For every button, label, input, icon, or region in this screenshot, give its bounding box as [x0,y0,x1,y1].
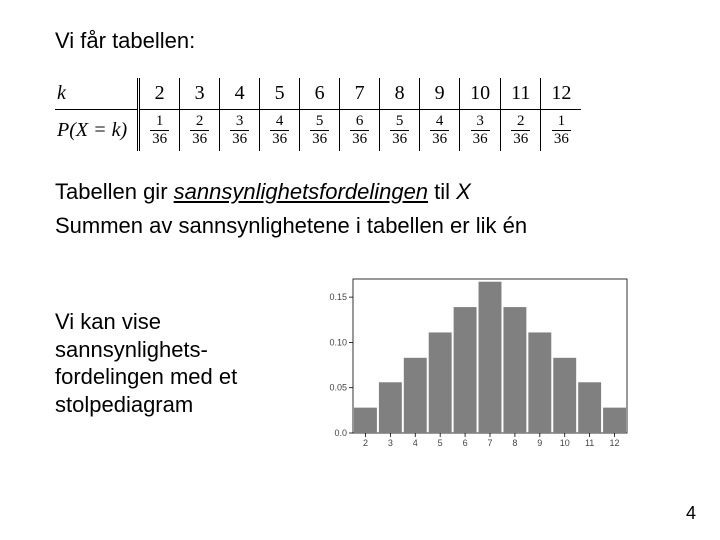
cell-p: 436 [420,110,460,152]
cell-k: 11 [501,78,541,110]
cell-p-label: P(X = k) [55,110,139,152]
cell-k: 5 [260,78,300,110]
barplot-caption: Vi kan vise sannsynlighets-fordelingen m… [55,308,295,418]
cell-p: 336 [220,110,260,152]
svg-text:10: 10 [560,438,570,448]
variable-x: X [456,179,471,204]
cell-k: 12 [541,78,582,110]
cell-p: 436 [260,110,300,152]
svg-text:12: 12 [610,438,620,448]
cell-p: 336 [460,110,501,152]
distribution-sentence: Tabellen gir sannsynlighetsfordelingen t… [55,179,665,205]
cell-k-label: k [55,78,139,110]
cell-p: 236 [501,110,541,152]
text-a: Tabellen gir [55,179,174,204]
bar-chart: 0.0 0.05 0.10 0.15 2 3 4 5 6 7 8 9 10 11 12 [315,273,635,453]
cell-k: 10 [460,78,501,110]
text-c: til [428,179,456,204]
cell-k: 9 [420,78,460,110]
probability-table: k23456789101112 P(X = k)1362363364365366… [55,78,581,151]
svg-text:7: 7 [487,438,492,448]
cell-p: 536 [300,110,340,152]
svg-text:0.15: 0.15 [329,292,347,302]
svg-text:11: 11 [585,438,594,448]
cell-k: 7 [340,78,380,110]
svg-text:6: 6 [463,438,468,448]
svg-text:3: 3 [388,438,393,448]
svg-text:8: 8 [512,438,517,448]
svg-text:0.10: 0.10 [329,337,347,347]
svg-text:0.05: 0.05 [329,383,347,393]
heading: Vi får tabellen: [55,28,665,54]
svg-text:4: 4 [413,438,418,448]
cell-p: 236 [180,110,220,152]
cell-k: 3 [180,78,220,110]
cell-p: 136 [139,110,180,152]
cell-k: 2 [139,78,180,110]
keyword-distribution: sannsynlighetsfordelingen [174,179,428,204]
svg-text:2: 2 [363,438,368,448]
cell-p: 536 [380,110,420,152]
page-number: 4 [686,503,696,524]
svg-text:5: 5 [438,438,443,448]
cell-k: 4 [220,78,260,110]
cell-p: 636 [340,110,380,152]
svg-text:0.0: 0.0 [334,428,347,438]
sum-sentence: Summen av sannsynlighetene i tabellen er… [55,213,665,239]
cell-k: 8 [380,78,420,110]
cell-k: 6 [300,78,340,110]
cell-p: 136 [541,110,582,152]
svg-text:9: 9 [537,438,542,448]
